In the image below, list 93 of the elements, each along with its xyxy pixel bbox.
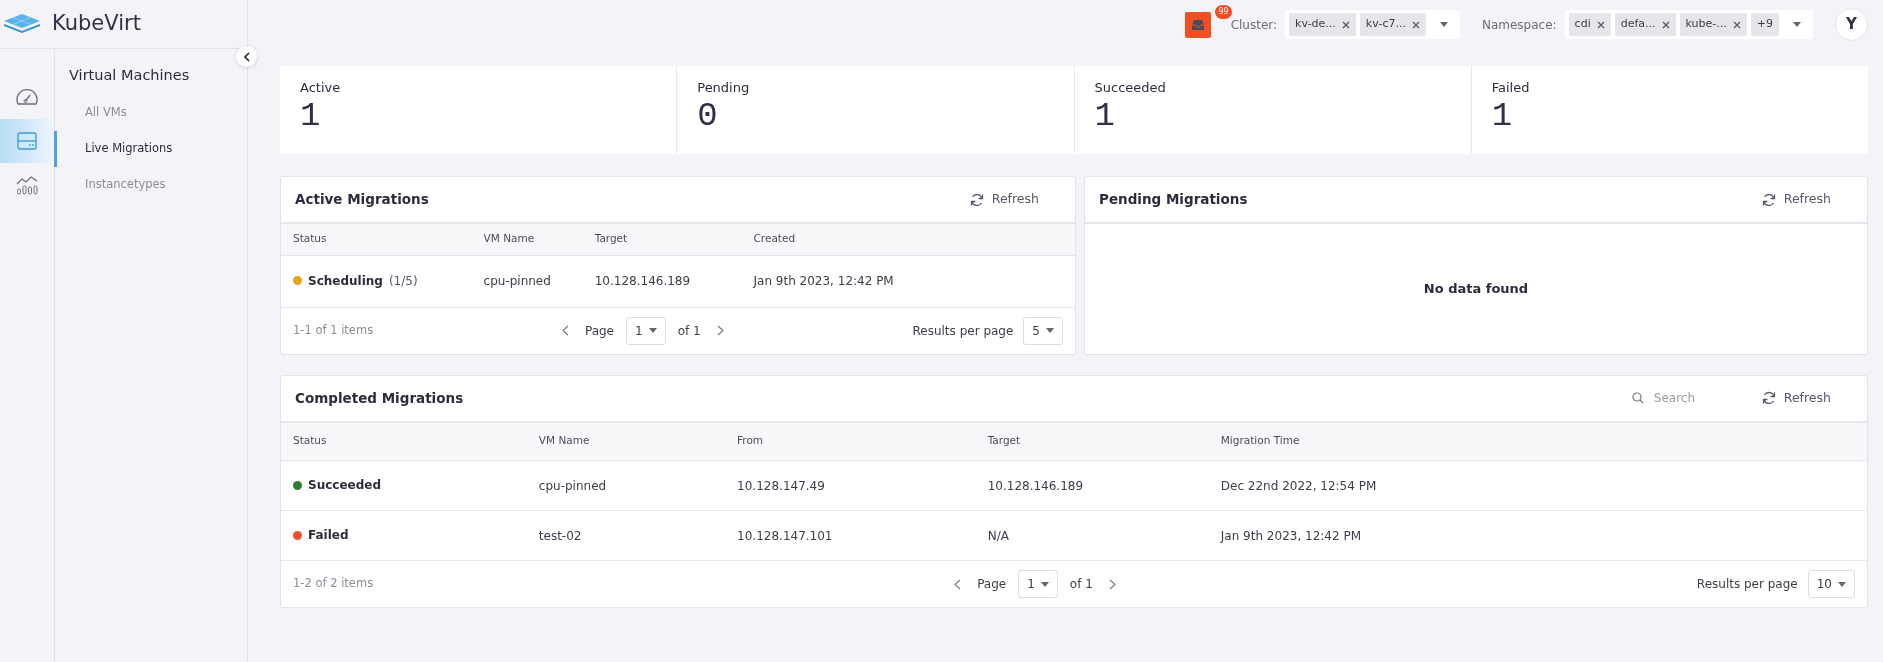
table-cell: 10.128.147.49 xyxy=(737,478,825,493)
stat-label: Failed xyxy=(1491,79,1530,97)
caret-icon xyxy=(648,328,657,333)
caret-icon xyxy=(1838,581,1846,587)
panel-title: Pending Migrations xyxy=(1099,190,1248,210)
close-icon[interactable] xyxy=(1596,20,1605,29)
status-text: Succeeded xyxy=(308,477,381,495)
column-header: Target xyxy=(987,434,1021,447)
status-text: Scheduling xyxy=(308,272,383,290)
notification-count: 99 xyxy=(1214,3,1233,20)
filter-select[interactable]: kv-de... kv-c7... xyxy=(1285,10,1460,39)
more-chip: +9 xyxy=(1750,13,1779,36)
nav-section-title: Virtual Machines xyxy=(68,66,190,85)
caret-icon xyxy=(1040,581,1049,587)
filter-label: Cluster: xyxy=(1230,16,1278,34)
chevron-left-icon xyxy=(242,51,251,62)
page-select[interactable]: 1 xyxy=(1018,570,1058,598)
close-icon[interactable] xyxy=(1732,20,1741,29)
table-cell: cpu-pinned xyxy=(483,274,551,288)
column-header: From xyxy=(737,434,764,447)
chip-label: kube-... xyxy=(1685,16,1727,33)
per-page-select[interactable]: 10 xyxy=(1807,570,1855,598)
status-text: Failed xyxy=(308,527,349,545)
table-cell: test-02 xyxy=(538,528,582,543)
close-icon[interactable] xyxy=(1341,20,1350,29)
filter-label: Namespace: xyxy=(1481,16,1557,34)
table-cell: 10.128.146.189 xyxy=(987,478,1084,493)
per-page-select[interactable]: 5 xyxy=(1023,316,1063,345)
stat-label: Pending xyxy=(697,79,750,97)
per-page-label: Results per page xyxy=(912,322,1014,340)
close-icon[interactable] xyxy=(1411,20,1420,29)
page-label: Page xyxy=(584,322,614,340)
table-cell: 10.128.146.189 xyxy=(594,274,691,288)
avatar[interactable]: Y xyxy=(1835,8,1868,41)
refresh-icon xyxy=(1761,391,1776,405)
inbox-icon xyxy=(1190,18,1205,31)
chevron-left-icon xyxy=(954,578,962,590)
refresh-icon xyxy=(1761,192,1776,207)
stat-value: 0 xyxy=(697,97,718,135)
chip-label: kv-c7... xyxy=(1365,16,1406,33)
table-cell: Jan 9th 2023, 12:42 PM xyxy=(1220,528,1362,543)
refresh-button[interactable]: Refresh xyxy=(1757,386,1835,410)
caret-icon[interactable] xyxy=(1793,22,1801,27)
refresh-button[interactable]: Refresh xyxy=(965,188,1043,211)
per-page-label: Results per page xyxy=(1696,576,1798,593)
table-cell: Jan 9th 2023, 12:42 PM xyxy=(753,274,894,288)
table-cell: 10.128.147.101 xyxy=(737,528,833,543)
stat-value: 1 xyxy=(1094,97,1115,135)
column-header: Status xyxy=(293,232,327,245)
empty-message: No data found xyxy=(1423,280,1529,298)
gauge-icon xyxy=(15,87,39,107)
brand-name: KubeVirt xyxy=(52,10,141,38)
table-cell: N/A xyxy=(987,528,1009,543)
panel-title: Completed Migrations xyxy=(295,388,464,408)
refresh-icon xyxy=(969,192,984,207)
item-range: 1-1 of 1 items xyxy=(293,321,374,339)
page-count: of 1 xyxy=(1069,576,1093,593)
caret-icon xyxy=(1046,328,1054,333)
page-count: of 1 xyxy=(677,322,701,340)
attempt-count: (1/5) xyxy=(388,272,418,290)
caret-icon[interactable] xyxy=(1439,22,1448,27)
table-cell: cpu-pinned xyxy=(538,478,607,493)
column-header: Target xyxy=(594,232,628,245)
column-header: Migration Time xyxy=(1220,434,1300,447)
server-icon xyxy=(17,132,37,150)
search-icon xyxy=(1631,392,1644,404)
panel-title: Active Migrations xyxy=(295,190,429,210)
column-header: VM Name xyxy=(538,434,590,447)
table-cell: Dec 22nd 2022, 12:54 PM xyxy=(1220,478,1377,493)
chip-label: defa... xyxy=(1620,16,1656,33)
logo-icon xyxy=(2,12,42,36)
chevron-right-icon xyxy=(716,325,724,336)
notification-button[interactable] xyxy=(1184,11,1211,38)
chevron-right-icon xyxy=(1108,578,1116,590)
stat-label: Active xyxy=(300,79,341,97)
refresh-button[interactable]: Refresh xyxy=(1757,188,1835,211)
column-header: Status xyxy=(293,434,327,447)
chip-label: kv-de... xyxy=(1295,16,1336,33)
column-header: Created xyxy=(753,232,796,245)
chevron-left-icon xyxy=(561,325,569,336)
collapse-button[interactable] xyxy=(236,46,257,67)
filter-select[interactable]: cdi defa... kube-... +9 xyxy=(1564,10,1813,39)
chart-icon xyxy=(16,175,38,195)
column-header: VM Name xyxy=(483,232,535,245)
page-label: Page xyxy=(977,576,1007,593)
stat-value: 1 xyxy=(1491,97,1513,135)
stat-value: 1 xyxy=(300,97,321,135)
chip-label: cdi xyxy=(1574,16,1591,33)
page-select[interactable]: 1 xyxy=(626,316,666,345)
nav-item[interactable]: Live Migrations xyxy=(54,130,246,167)
stat-label: Succeeded xyxy=(1094,79,1166,97)
close-icon[interactable] xyxy=(1661,20,1670,29)
item-range: 1-2 of 2 items xyxy=(293,575,374,593)
